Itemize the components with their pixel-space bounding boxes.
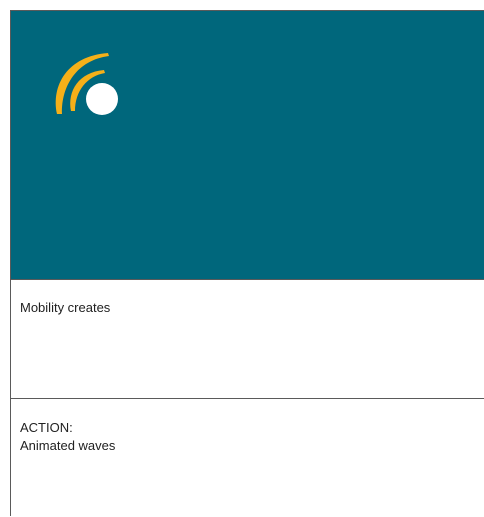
- action-label: ACTION:: [20, 420, 73, 435]
- banner: [11, 11, 484, 280]
- caption-text: Mobility creates: [20, 300, 111, 315]
- caption-panel: Mobility creates: [11, 280, 484, 399]
- signal-waves-icon: [55, 53, 118, 115]
- action-panel: ACTION: Animated waves: [11, 400, 484, 517]
- signal-dot-icon: [86, 83, 118, 115]
- action-text: Animated waves: [20, 438, 116, 453]
- slide-frame: Mobility creates ACTION: Animated waves: [10, 10, 484, 516]
